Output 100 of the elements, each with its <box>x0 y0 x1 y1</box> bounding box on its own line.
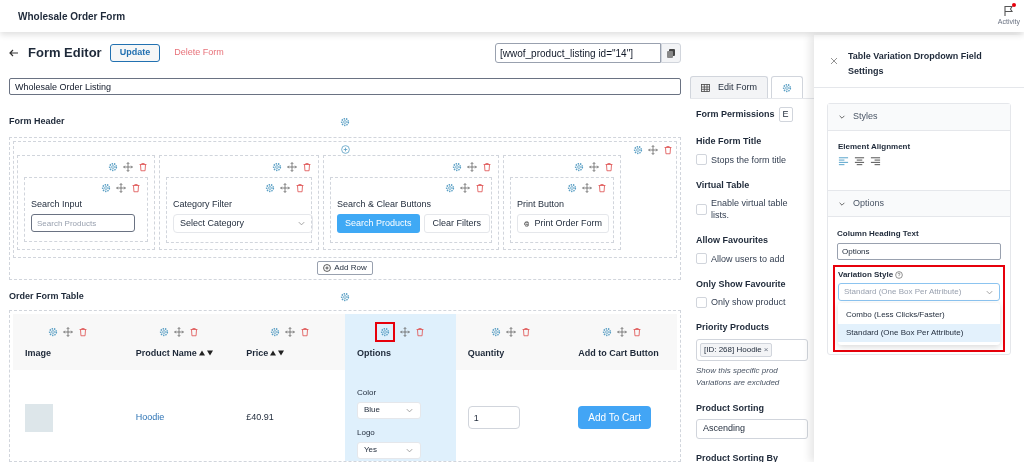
add-icon[interactable] <box>340 145 350 154</box>
trash-icon[interactable] <box>299 326 310 337</box>
checkbox[interactable] <box>696 154 707 165</box>
settings-tab[interactable]: Edit Form <box>690 76 768 98</box>
dropdown-option[interactable]: Standard (One Box Per Attribute) <box>838 324 1000 342</box>
trash-icon[interactable] <box>663 144 673 155</box>
trash-icon[interactable] <box>415 326 426 337</box>
move-icon[interactable] <box>280 182 290 193</box>
settings-icon[interactable] <box>380 326 391 337</box>
form-name-field[interactable]: Wholesale Order Listing <box>9 78 681 95</box>
trash-icon[interactable] <box>631 326 642 337</box>
settings-icon[interactable] <box>101 182 111 193</box>
settings-icon[interactable] <box>159 326 169 337</box>
chevron-down-icon <box>297 219 306 228</box>
sorting-dropdown[interactable]: Ascending <box>696 419 808 439</box>
dropdown-option[interactable]: Combo (Less Clicks/Faster) <box>838 306 1000 324</box>
section-header[interactable]: Styles <box>828 104 1010 131</box>
flag-icon[interactable] <box>1002 4 1015 17</box>
section-header[interactable]: Options <box>828 190 1010 217</box>
checkbox-text: Allow users to add <box>711 252 785 265</box>
move-icon[interactable] <box>174 326 184 337</box>
sort-icon[interactable] <box>270 350 285 357</box>
settings-icon[interactable] <box>340 116 350 127</box>
trash-icon[interactable] <box>475 182 485 193</box>
settings-icon[interactable] <box>445 182 455 193</box>
settings-icon[interactable] <box>340 291 350 302</box>
trash-icon[interactable] <box>482 161 492 172</box>
trash-icon[interactable] <box>302 161 312 172</box>
heading-text-field[interactable]: Options <box>837 243 1001 260</box>
settings-icon[interactable] <box>601 326 612 337</box>
trash-icon[interactable] <box>131 182 141 193</box>
checkbox[interactable] <box>696 203 707 215</box>
setting-label: Virtual Table <box>696 178 751 192</box>
settings-icon[interactable] <box>574 161 584 172</box>
trash-icon[interactable] <box>189 326 199 337</box>
move-icon[interactable] <box>648 144 658 155</box>
sort-icon[interactable] <box>198 350 213 357</box>
setting-label: Allow Favourites <box>696 234 769 247</box>
close-icon[interactable] <box>830 57 838 65</box>
add-row-button[interactable]: Add Row <box>317 261 373 275</box>
trash-icon[interactable] <box>138 161 148 172</box>
copy-button[interactable] <box>661 43 681 63</box>
align-center-icon[interactable] <box>854 156 865 166</box>
align-right-icon[interactable] <box>870 156 881 166</box>
help-icon[interactable] <box>895 271 904 279</box>
settings-icon[interactable] <box>452 161 462 172</box>
move-icon[interactable] <box>582 182 592 193</box>
search-field[interactable]: Search Products <box>31 214 135 232</box>
option-label: Logo <box>357 426 376 439</box>
remove-tag-button[interactable]: × <box>763 343 769 356</box>
settings-icon[interactable] <box>567 182 577 193</box>
move-icon[interactable] <box>589 161 599 172</box>
chevron-icon <box>838 113 846 121</box>
move-icon[interactable] <box>616 326 627 337</box>
checkbox[interactable] <box>696 296 707 308</box>
move-icon[interactable] <box>506 326 516 337</box>
tag-field[interactable]: [ID: 268] Hoodie × <box>696 338 808 361</box>
move-icon[interactable] <box>400 326 411 337</box>
column-heading: Add to Cart Button <box>578 346 659 360</box>
copy-icon <box>667 48 675 58</box>
product-link[interactable]: Hoodie <box>135 410 165 425</box>
trash-icon[interactable] <box>597 182 607 193</box>
move-icon[interactable] <box>284 326 295 337</box>
move-icon[interactable] <box>287 161 297 172</box>
settings-icon[interactable] <box>633 144 643 155</box>
trash-icon[interactable] <box>295 182 305 193</box>
column-heading: Product Name <box>135 346 197 360</box>
move-icon[interactable] <box>460 182 470 193</box>
settings-icon[interactable] <box>269 326 280 337</box>
quantity-field[interactable]: 1 <box>467 406 520 429</box>
update-button[interactable]: Update <box>109 44 161 62</box>
checkbox[interactable] <box>696 253 707 264</box>
element-label: Category Filter <box>173 197 234 211</box>
setting-label: Element Alignment <box>838 141 912 153</box>
move-icon[interactable] <box>63 326 74 337</box>
settings-icon[interactable] <box>265 182 275 193</box>
print-button[interactable]: Print Order Form <box>517 214 609 233</box>
permissions-dropdown[interactable]: E <box>778 107 793 122</box>
trash-icon[interactable] <box>521 326 531 337</box>
move-icon[interactable] <box>467 161 477 172</box>
trash-icon[interactable] <box>78 326 89 337</box>
settings-tab[interactable] <box>771 76 803 98</box>
align-left-icon[interactable] <box>838 156 849 166</box>
option-dropdown[interactable]: Yes <box>357 441 421 459</box>
trash-icon[interactable] <box>604 161 614 172</box>
back-arrow-icon[interactable] <box>9 48 19 58</box>
category-dropdown[interactable]: Select Category <box>173 214 313 233</box>
element-label: Print Button <box>517 197 566 211</box>
move-icon[interactable] <box>116 182 126 193</box>
settings-icon[interactable] <box>272 161 282 172</box>
settings-icon[interactable] <box>108 161 118 172</box>
settings-icon[interactable] <box>48 326 59 337</box>
printer-icon <box>524 219 530 228</box>
shortcode-field[interactable]: [wwof_product_listing id="14"] <box>495 43 661 63</box>
filter-button[interactable]: Clear Filters <box>423 214 491 233</box>
page-title: Form Editor <box>28 44 102 63</box>
move-icon[interactable] <box>123 161 133 172</box>
option-dropdown[interactable]: Blue <box>357 401 421 419</box>
settings-icon[interactable] <box>491 326 501 337</box>
setting-label: Only Show Favourite <box>696 277 787 291</box>
